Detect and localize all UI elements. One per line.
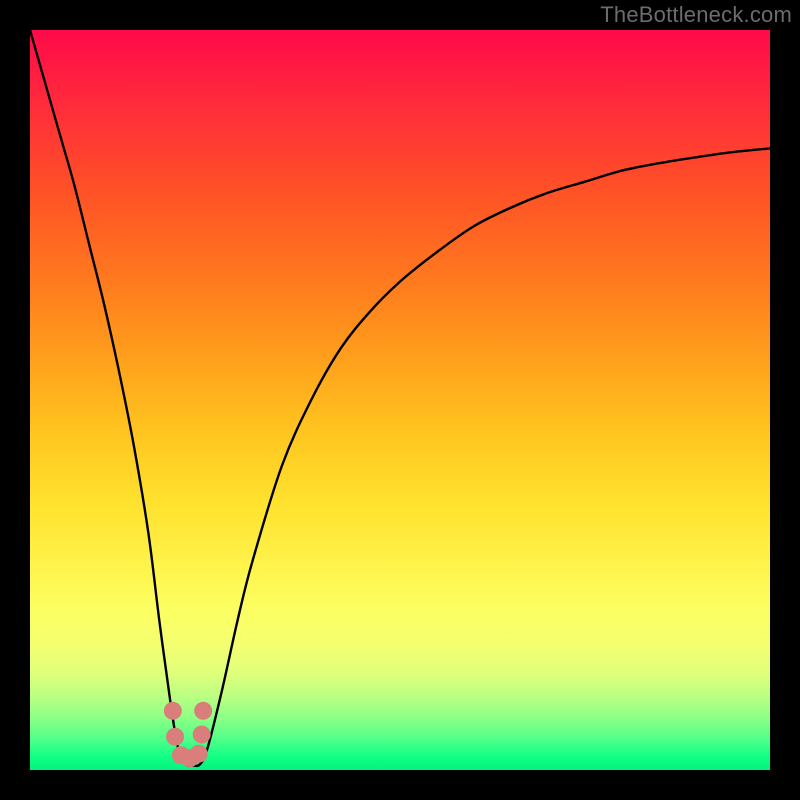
marker-dot — [164, 702, 182, 720]
marker-dot — [194, 702, 212, 720]
marker-dot — [193, 725, 211, 743]
watermark-text: TheBottleneck.com — [600, 2, 792, 28]
marker-dot — [166, 728, 184, 746]
near-minimum-markers — [164, 702, 212, 767]
chart-frame: TheBottleneck.com — [0, 0, 800, 800]
marker-dot — [190, 745, 208, 763]
curve-layer — [30, 30, 770, 770]
plot-area — [30, 30, 770, 770]
bottleneck-curve — [30, 30, 770, 766]
